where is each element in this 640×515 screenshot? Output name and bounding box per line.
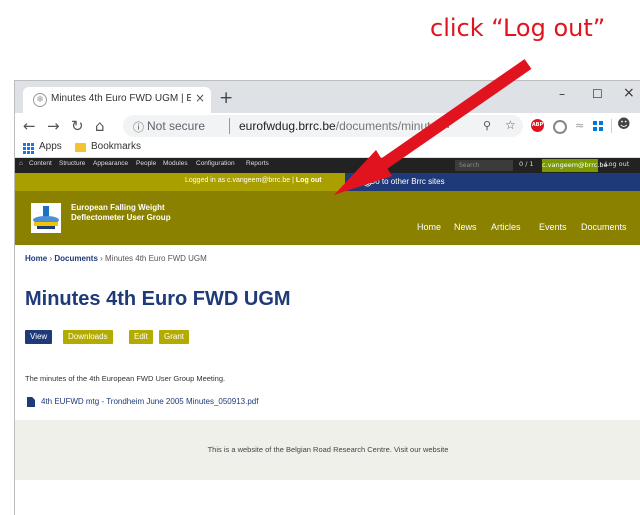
login-status-text: Logged in as c.vangeem@brrc.be | Log out <box>185 177 322 184</box>
url-divider <box>229 118 230 134</box>
page-title: Minutes 4th Euro FWD UGM <box>25 288 291 310</box>
nav-events[interactable]: Events <box>539 222 567 232</box>
site-logo[interactable] <box>31 203 61 233</box>
tab-edit[interactable]: Edit <box>129 330 153 344</box>
address-bar-row: ← → ↻ ⌂ ⓘ Not secure eurofwdug.brrc.be/d… <box>15 113 640 139</box>
nav-documents[interactable]: Documents <box>581 222 627 232</box>
loading-icon: ❄ <box>33 93 47 107</box>
annotation-text: click “Log out” <box>430 14 606 42</box>
breadcrumb-documents[interactable]: Documents <box>54 254 98 263</box>
url-domain: eurofwdug.brrc.be <box>239 119 336 133</box>
nav-news[interactable]: News <box>454 222 477 232</box>
info-icon[interactable]: ⓘ <box>133 119 144 135</box>
browser-window: ❄ Minutes 4th Euro FWD UGM | Eu × + – ☐ … <box>14 80 640 515</box>
apps-link[interactable]: Apps <box>39 141 62 152</box>
url-input[interactable]: ⓘ Not secure eurofwdug.brrc.be/documents… <box>123 115 523 137</box>
wifi-icon[interactable]: ≈ <box>575 119 584 132</box>
browser-tab[interactable]: ❄ Minutes 4th Euro FWD UGM | Eu × <box>23 87 211 113</box>
logout-link[interactable]: Log out <box>296 177 322 184</box>
reload-icon[interactable]: ↻ <box>71 117 84 135</box>
site-header: European Falling Weight Deflectometer Us… <box>15 191 640 245</box>
profile-icon[interactable]: ☻ <box>617 117 631 132</box>
home-icon[interactable]: ⌂ <box>19 160 23 167</box>
admin-item-reports[interactable]: Reports <box>246 160 269 167</box>
back-icon[interactable]: ← <box>23 117 36 135</box>
site-footer: This is a website of the Belgian Road Re… <box>15 420 640 480</box>
breadcrumb-home[interactable]: Home <box>25 254 47 263</box>
bookmarks-folder[interactable]: Bookmarks <box>91 141 141 152</box>
windows-extension-icon[interactable] <box>593 121 603 131</box>
tab-downloads[interactable]: Downloads <box>63 330 113 344</box>
footer-text: This is a website of the Belgian Road Re… <box>207 445 449 454</box>
nav-home[interactable]: Home <box>417 222 441 232</box>
admin-toolbar: ⌂ Content Structure Appearance People Mo… <box>15 158 640 173</box>
admin-search-input[interactable]: Search <box>455 160 513 171</box>
nav-articles[interactable]: Articles <box>491 222 521 232</box>
new-tab-button[interactable]: + <box>219 88 233 108</box>
admin-count: 0 / 1 <box>519 160 534 168</box>
site-name[interactable]: European Falling Weight Deflectometer Us… <box>71 203 221 223</box>
minimize-button[interactable]: – <box>559 87 565 101</box>
tab-view[interactable]: View <box>25 330 53 344</box>
site-name-line1: European Falling Weight <box>71 203 165 212</box>
file-icon <box>27 397 35 407</box>
breadcrumb: Home › Documents › Minutes 4th Euro FWD … <box>25 254 207 263</box>
tab-title: Minutes 4th Euro FWD UGM | Eu <box>51 93 191 104</box>
site-name-line2: Deflectometer User Group <box>71 213 171 222</box>
file-link[interactable]: 4th EUFWD mtg - Trondheim June 2005 Minu… <box>41 397 258 406</box>
breadcrumb-current: Minutes 4th Euro FWD UGM <box>105 254 207 263</box>
home-icon[interactable]: ⌂ <box>95 117 105 135</box>
breadcrumb-separator: › <box>97 254 106 263</box>
admin-item-people[interactable]: People <box>136 160 156 167</box>
bookmarks-bar: Apps Bookmarks <box>15 139 640 158</box>
admin-item-appearance[interactable]: Appearance <box>93 160 128 167</box>
apps-icon[interactable] <box>23 143 34 154</box>
url-text: eurofwdug.brrc.be/documents/minutes-4th <box>239 119 449 133</box>
admin-item-structure[interactable]: Structure <box>59 160 85 167</box>
admin-user-link[interactable]: c.vangeem@brrc.be <box>542 159 608 172</box>
star-icon[interactable]: ☆ <box>505 118 516 132</box>
admin-logout-link[interactable]: Log out <box>605 160 629 168</box>
goto-sites-bar[interactable]: ◉◉ Go to other Brrc sites <box>345 173 640 191</box>
folder-icon <box>75 143 86 152</box>
url-path: /documents/minutes-4th <box>335 119 449 133</box>
close-window-button[interactable]: × <box>623 85 635 101</box>
document-description: The minutes of the 4th European FWD User… <box>25 374 226 383</box>
admin-item-modules[interactable]: Modules <box>163 160 188 167</box>
login-prefix: Logged in as c.vangeem@brrc.be | <box>185 177 296 184</box>
menu-icon[interactable]: ⋮ <box>635 117 640 131</box>
admin-item-content[interactable]: Content <box>29 160 52 167</box>
tab-close-icon[interactable]: × <box>195 91 205 105</box>
zoom-icon[interactable]: ⚲ <box>483 119 491 132</box>
maximize-button[interactable]: ☐ <box>592 87 603 101</box>
extension-icon[interactable] <box>553 120 567 134</box>
not-secure-label: Not secure <box>147 119 206 133</box>
tab-grant[interactable]: Grant <box>159 330 190 344</box>
goto-sites-label: Go to other Brrc sites <box>369 177 445 186</box>
toolbar-divider <box>611 119 612 133</box>
title-bar: ❄ Minutes 4th Euro FWD UGM | Eu × + – ☐ … <box>15 81 640 113</box>
forward-icon[interactable]: → <box>47 117 60 135</box>
admin-item-configuration[interactable]: Configuration <box>196 160 235 167</box>
login-status-bar: Logged in as c.vangeem@brrc.be | Log out <box>15 173 345 191</box>
adblock-icon[interactable]: ABP <box>531 119 544 132</box>
